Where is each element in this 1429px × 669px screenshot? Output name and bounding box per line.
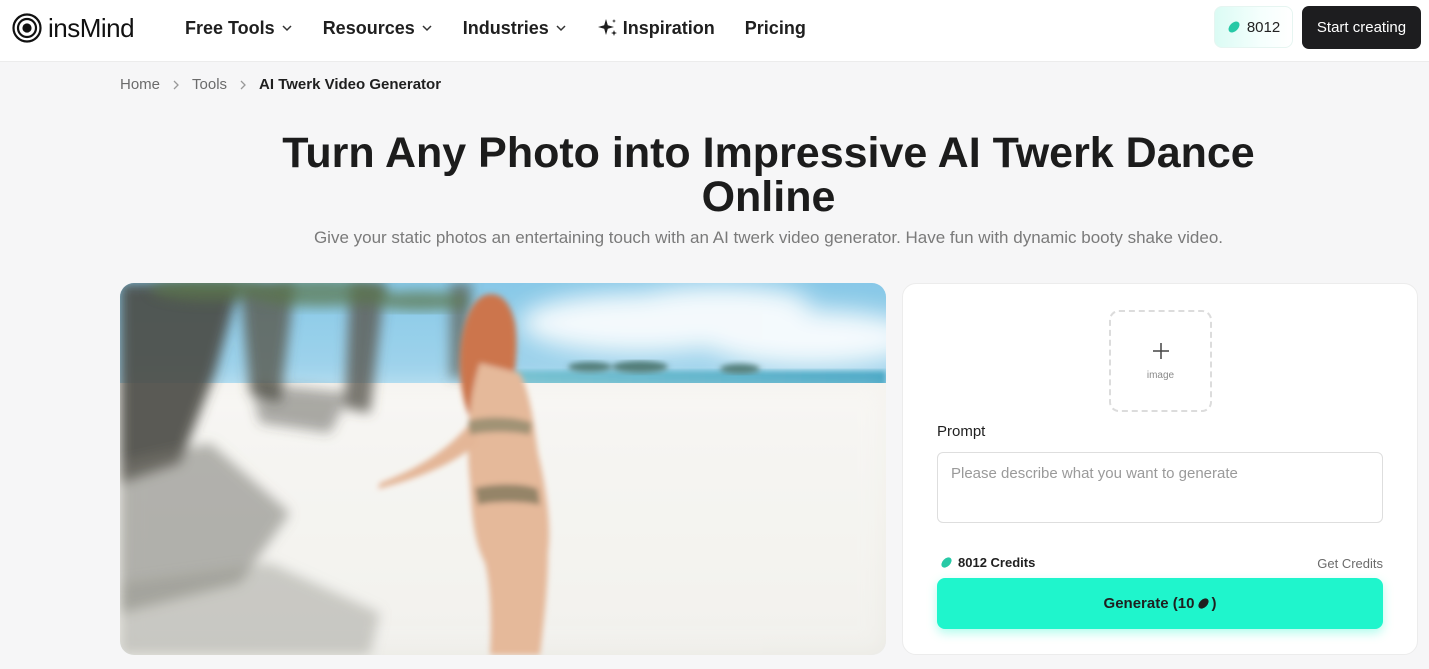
example-video-preview[interactable]: [120, 283, 886, 655]
brand-name: insMind: [48, 12, 135, 43]
credit-bean-icon: [1198, 598, 1210, 609]
nav-resources[interactable]: Resources: [323, 18, 433, 39]
generator-panel: image Prompt 8012 Credits Get Credits Ge…: [902, 283, 1418, 655]
chevron-down-icon: [556, 25, 566, 32]
nav-industries[interactable]: Industries: [463, 18, 567, 39]
chevron-right-icon: [173, 80, 179, 89]
page-title: Turn Any Photo into Impressive AI Twerk …: [282, 129, 1255, 221]
prompt-input[interactable]: [937, 452, 1383, 523]
prompt-label: Prompt: [937, 423, 986, 440]
breadcrumb: Home Tools AI Twerk Video Generator: [120, 76, 441, 93]
generate-label: Generate (10: [1103, 595, 1195, 612]
breadcrumb-home[interactable]: Home: [120, 76, 160, 93]
upload-label: image: [1146, 369, 1175, 381]
breadcrumb-current: AI Twerk Video Generator: [259, 76, 442, 93]
get-credits-link[interactable]: Get Credits: [1317, 556, 1383, 571]
chevron-down-icon: [422, 25, 432, 32]
plus-icon: [1152, 342, 1169, 359]
credits-balance-row: 8012 Credits: [940, 555, 1035, 570]
credits-text: 8012 Credits: [958, 555, 1036, 570]
generate-label-suffix: ): [1211, 595, 1217, 612]
beach-preview-image: [120, 283, 886, 655]
image-upload-dropzone[interactable]: image: [1109, 310, 1212, 412]
nav-inspiration[interactable]: Inspiration: [597, 17, 715, 39]
chevron-right-icon: [240, 80, 246, 89]
nav-resources-label: Resources: [322, 17, 415, 38]
credit-bean-icon: [1228, 21, 1240, 33]
logo-icon: [12, 13, 42, 43]
breadcrumb-tools[interactable]: Tools: [192, 76, 227, 93]
chevron-down-icon: [282, 25, 292, 32]
nav-inspiration-label: Inspiration: [622, 17, 715, 38]
credits-balance-pill[interactable]: 8012: [1214, 6, 1293, 48]
credit-bean-icon: [941, 557, 952, 568]
main-nav: Free Tools Resources Industries Inspirat…: [185, 16, 836, 40]
nav-industries-label: Industries: [462, 17, 549, 38]
nav-pricing-label: Pricing: [744, 17, 806, 38]
nav-free-tools-label: Free Tools: [185, 17, 275, 38]
top-nav-bar: insMind Free Tools Resources Industries …: [0, 0, 1429, 62]
sparkle-icon: [597, 19, 617, 36]
nav-pricing[interactable]: Pricing: [745, 18, 806, 39]
generate-button[interactable]: Generate (10 ): [937, 578, 1383, 629]
start-creating-button[interactable]: Start creating: [1302, 6, 1421, 49]
nav-free-tools[interactable]: Free Tools: [185, 18, 293, 39]
brand-logo[interactable]: insMind: [12, 12, 135, 44]
page-subtitle: Give your static photos an entertaining …: [313, 228, 1224, 247]
credits-balance: 8012: [1246, 18, 1281, 36]
